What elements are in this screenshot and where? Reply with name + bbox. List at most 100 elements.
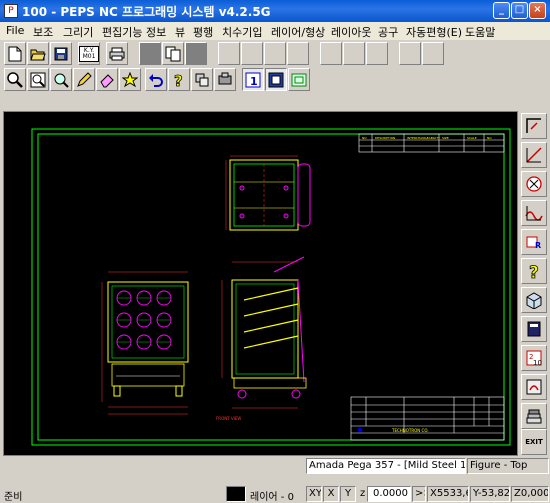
cube-icon[interactable] xyxy=(521,287,547,313)
drawing-canvas[interactable]: NO DESCRIPTION INTERCHANGEABILITY SIZE S… xyxy=(3,111,518,456)
menu-bar: File 보조 그리기 편집기능 정보 뷰 평행 치수기입 레이어/형상 레이아… xyxy=(0,22,550,40)
menu-info[interactable]: 정보 xyxy=(146,24,166,40)
rev-header-scale: SCALE xyxy=(467,136,477,140)
main-toolbar: K.Y. M01 xyxy=(0,41,550,67)
menu-tool[interactable]: 공구 xyxy=(378,24,398,40)
status-bar: Amada Pega 357 - [Mild Steel 1,6 mn Figu… xyxy=(0,457,550,503)
screen-icon[interactable] xyxy=(265,68,287,91)
save-icon[interactable] xyxy=(50,42,72,65)
pencil-icon[interactable] xyxy=(73,68,95,91)
toolbar-blank-6[interactable] xyxy=(287,42,309,65)
ready-status: 준비 xyxy=(4,492,23,503)
peps-app-icon[interactable]: P xyxy=(4,4,18,18)
open-folder-icon[interactable] xyxy=(27,42,49,65)
z-label: z xyxy=(360,488,366,499)
exit-icon[interactable]: EXIT xyxy=(521,429,547,455)
status-empty-area xyxy=(0,457,305,473)
toolbar-blank-1[interactable] xyxy=(139,42,161,65)
maximize-button[interactable]: □ xyxy=(511,2,528,19)
menu-draw[interactable]: 그리기 xyxy=(63,24,93,40)
menu-layer-shape[interactable]: 레이어/형상 xyxy=(271,24,325,40)
snap-x-button[interactable]: X xyxy=(323,486,339,502)
zoom-previous-icon[interactable] xyxy=(50,68,72,91)
layer-status: 레이어 - 0 xyxy=(250,492,294,503)
company-name: TECHNOTRON CO. xyxy=(391,428,429,433)
rectangle-r-icon[interactable]: R xyxy=(521,229,547,255)
help-question-icon[interactable]: ? xyxy=(168,68,190,91)
snap-xy-button[interactable]: XY xyxy=(306,486,322,502)
toolbar-blank-2[interactable] xyxy=(185,42,207,65)
rev-header-description: DESCRIPTION xyxy=(375,136,395,140)
toolbar-blank-9[interactable] xyxy=(366,42,388,65)
title-block xyxy=(350,396,505,441)
toolbar-blank-3[interactable] xyxy=(218,42,240,65)
x-coordinate: X5533,67 xyxy=(427,486,469,502)
nc-view-icon[interactable] xyxy=(288,68,310,91)
title-bar: P 100 - PEPS NC 프로그래밍 시스템 v4.2.5G _ □ × xyxy=(0,0,550,22)
rev-header-no: NO xyxy=(362,136,367,140)
y-coordinate: Y-53,822 xyxy=(470,486,510,502)
corner-select-icon[interactable] xyxy=(521,113,547,139)
svg-text:?: ? xyxy=(174,72,183,88)
star-magic-icon[interactable] xyxy=(119,68,141,91)
menu-parallel[interactable]: 평행 xyxy=(193,24,213,40)
toolbar-blank-8[interactable] xyxy=(343,42,365,65)
z-input[interactable]: 0.0000 xyxy=(367,486,411,502)
layer-color-swatch xyxy=(226,486,246,502)
eraser-icon[interactable] xyxy=(96,68,118,91)
zoom-window-icon[interactable] xyxy=(27,68,49,91)
minimize-button[interactable]: _ xyxy=(493,2,510,19)
window-title: 100 - PEPS NC 프로그래밍 시스템 v4.2.5G xyxy=(22,5,271,19)
machine-status: Amada Pega 357 - [Mild Steel 1,6 mn xyxy=(306,458,466,474)
print-icon[interactable] xyxy=(106,42,128,65)
menu-assist[interactable]: 보조 xyxy=(33,24,53,40)
menu-layout[interactable]: 레이아웃 xyxy=(331,24,371,40)
diagonal-line-icon[interactable] xyxy=(521,142,547,168)
menu-auto-nest[interactable]: 자동편형(E) xyxy=(406,24,462,40)
new-file-icon[interactable] xyxy=(4,42,26,65)
stack-icon[interactable] xyxy=(191,68,213,91)
copy-icon[interactable] xyxy=(162,42,184,65)
layer-1-icon[interactable]: 1 xyxy=(242,68,264,91)
rotate-view-icon[interactable] xyxy=(521,374,547,400)
kym-label: K.Y. M01 xyxy=(79,45,99,62)
zoom-icon[interactable] xyxy=(4,68,26,91)
toolbar-blank-4[interactable] xyxy=(241,42,263,65)
toolbar-blank-7[interactable] xyxy=(320,42,342,65)
front-view xyxy=(101,271,189,415)
book-icon[interactable] xyxy=(521,316,547,342)
toolbar-blank-10[interactable] xyxy=(399,42,421,65)
close-button[interactable]: × xyxy=(529,2,546,19)
rev-header-size: SIZE xyxy=(442,136,449,140)
wave-line-icon[interactable] xyxy=(521,200,547,226)
menu-help[interactable]: 도움말 xyxy=(465,24,495,40)
svg-text:1: 1 xyxy=(250,75,258,88)
drawing-frame xyxy=(31,128,511,446)
right-toolbar: R ? 2 10 EXIT xyxy=(519,111,549,456)
help-question-icon[interactable]: ? xyxy=(521,258,547,284)
k-y-m01-icon[interactable]: K.Y. M01 xyxy=(78,42,100,65)
undo-icon[interactable] xyxy=(145,68,167,91)
menu-dimension[interactable]: 치수기입 xyxy=(222,24,262,40)
circle-x-icon[interactable] xyxy=(521,171,547,197)
multiple-2-icon[interactable]: 2 10 xyxy=(521,345,547,371)
tool-stack-icon[interactable] xyxy=(521,403,547,429)
snap-y-button[interactable]: Y xyxy=(340,486,356,502)
machine-icon[interactable] xyxy=(214,68,236,91)
front-view-label: FRONT VIEW xyxy=(216,416,241,421)
toolbar-blank-5[interactable] xyxy=(264,42,286,65)
figure-status: Figure - Top xyxy=(467,458,549,474)
rev-header-no2: NO xyxy=(487,136,492,140)
svg-text:10: 10 xyxy=(533,359,542,367)
menu-file[interactable]: File xyxy=(6,24,24,37)
menu-view[interactable]: 뷰 xyxy=(175,24,185,40)
menu-edit[interactable]: 편집기능 xyxy=(102,24,142,40)
rev-header-interchangeability: INTERCHANGEABILITY xyxy=(407,136,440,140)
side-view xyxy=(221,256,307,409)
top-view xyxy=(225,155,311,231)
toolbar-blank-11[interactable] xyxy=(422,42,444,65)
z-coordinate: Z0,000 xyxy=(511,486,549,502)
svg-text:R: R xyxy=(535,241,541,250)
next-button[interactable]: >> xyxy=(412,486,426,502)
view-toolbar: ? 1 xyxy=(0,67,550,93)
